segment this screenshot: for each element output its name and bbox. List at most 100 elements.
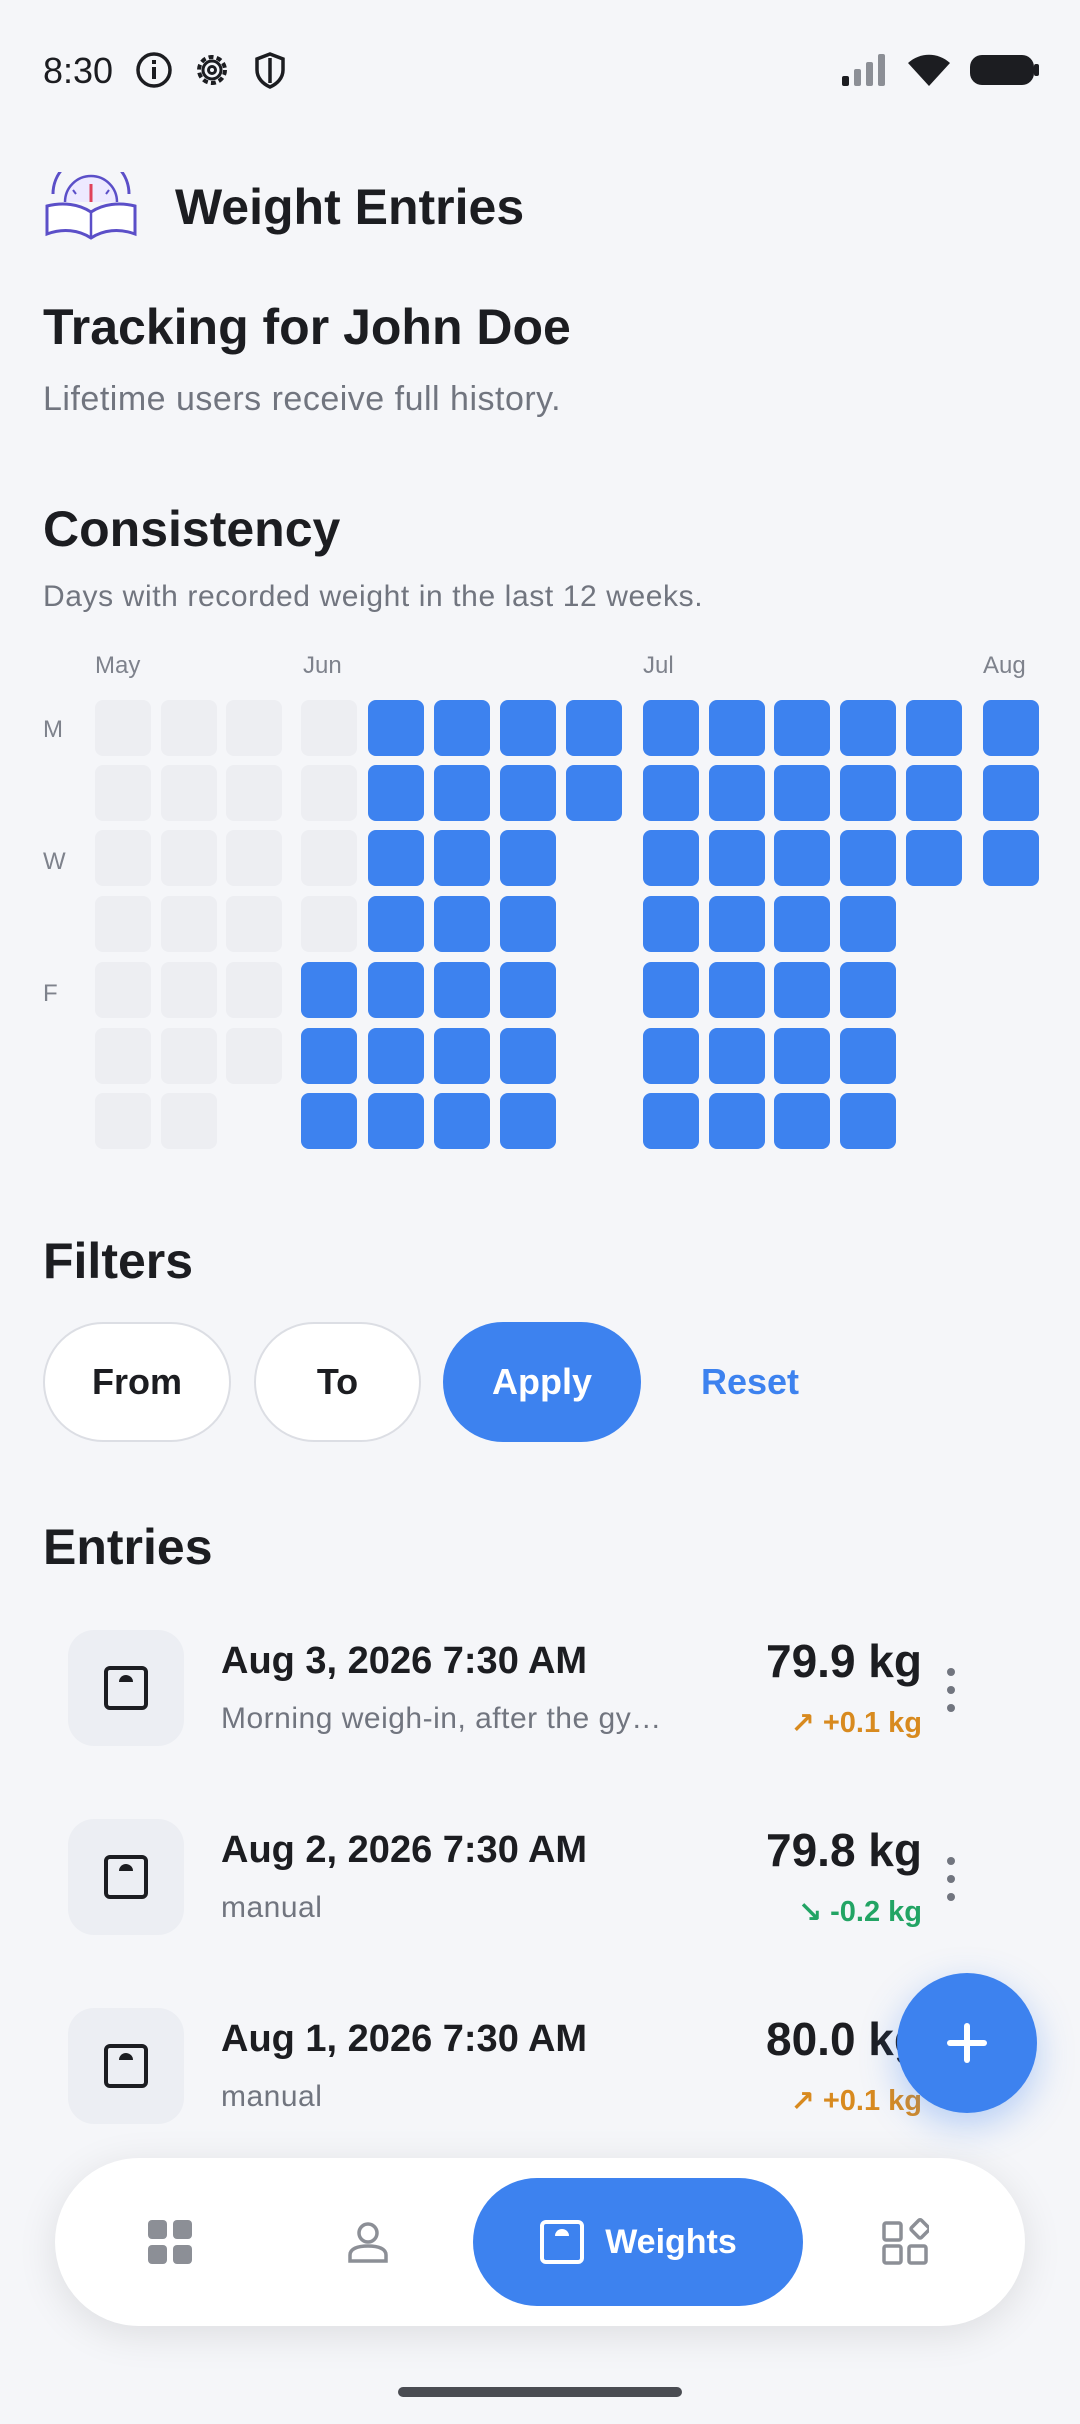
heatmap-cell-recorded: [840, 962, 896, 1018]
add-entry-button[interactable]: [897, 1973, 1037, 2113]
heatmap-cell-recorded: [368, 1028, 424, 1084]
list-item[interactable]: Aug 3, 2026 7:30 AM Morning weigh-in, af…: [68, 1630, 968, 1750]
heatmap-cell-recorded: [500, 830, 556, 886]
list-item[interactable]: Aug 1, 2026 7:30 AM manual 80.0 kg ↗ +0.…: [68, 2008, 968, 2128]
nav-item-dashboard[interactable]: [115, 2178, 225, 2306]
heatmap-cell-recorded: [643, 765, 699, 821]
heatmap-cell-recorded: [709, 1028, 765, 1084]
tracking-subtitle: Lifetime users receive full history.: [43, 380, 562, 418]
heatmap-cell-recorded: [709, 765, 765, 821]
heatmap-cell-recorded: [906, 830, 962, 886]
scale-icon: [104, 2044, 148, 2088]
heatmap-cell-empty: [161, 896, 217, 952]
entry-delta-value: +0.1 kg: [822, 2085, 922, 2117]
page-title: Weight Entries: [175, 179, 525, 235]
heatmap-cell-recorded: [709, 1093, 765, 1149]
nav-item-profile[interactable]: [313, 2178, 423, 2306]
app-header: Weight Entries: [43, 172, 524, 242]
month-label: May: [95, 652, 141, 679]
plus-icon: [947, 2023, 987, 2063]
heatmap-cell-recorded: [368, 830, 424, 886]
entry-delta: ↘ -0.2 kg: [798, 1895, 922, 1930]
heatmap-cell-recorded: [906, 765, 962, 821]
heatmap-cell-empty: [95, 765, 151, 821]
filters-row: From To Apply Reset: [43, 1322, 1043, 1442]
heatmap-cell-recorded: [840, 1028, 896, 1084]
heatmap-cell-recorded: [709, 830, 765, 886]
heatmap-cell-empty: [95, 1028, 151, 1084]
nav-item-weights[interactable]: Weights: [473, 2178, 803, 2306]
heatmap-cell-recorded: [983, 700, 1039, 756]
grid-icon: [148, 2220, 192, 2264]
heatmap-cell-recorded: [301, 1093, 357, 1149]
heatmap-cell-empty: [161, 1093, 217, 1149]
trend-up-icon: ↗: [790, 1708, 815, 1740]
heatmap-cell-recorded: [368, 700, 424, 756]
heatmap-cell-recorded: [983, 830, 1039, 886]
heatmap-cell-recorded: [774, 1028, 830, 1084]
entry-delta: ↗ +0.1 kg: [791, 1706, 922, 1741]
entry-note: manual: [221, 2080, 323, 2113]
heatmap-cell-recorded: [434, 765, 490, 821]
heatmap-cell-empty: [301, 896, 357, 952]
heatmap-cell-recorded: [709, 962, 765, 1018]
heatmap-cell-recorded: [566, 765, 622, 821]
tracking-title: Tracking for John Doe: [43, 299, 571, 355]
heatmap-cell-empty: [95, 1093, 151, 1149]
trend-up-icon: ↗: [790, 2086, 815, 2118]
list-item[interactable]: Aug 2, 2026 7:30 AM manual 79.8 kg ↘ -0.…: [68, 1819, 968, 1939]
entry-icon-box: [68, 1630, 184, 1746]
day-label: F: [43, 980, 58, 1007]
to-date-button[interactable]: To: [254, 1322, 421, 1442]
heatmap-cell-empty: [301, 700, 357, 756]
entry-weight: 79.8 kg: [766, 1824, 922, 1876]
heatmap-cell-recorded: [840, 1093, 896, 1149]
heatmap-cell-recorded: [500, 700, 556, 756]
home-indicator: [398, 2387, 682, 2397]
heatmap-cell-empty: [161, 962, 217, 1018]
heatmap-cell-empty: [95, 700, 151, 756]
heatmap-cell-empty: [95, 962, 151, 1018]
entry-note: Morning weigh-in, after the gy…: [221, 1702, 662, 1735]
heatmap-cell-empty: [226, 830, 282, 886]
entry-date: Aug 1, 2026 7:30 AM: [221, 2018, 588, 2060]
status-time: 8:30: [43, 50, 114, 91]
heatmap-cell-recorded: [434, 1028, 490, 1084]
heatmap-cell-recorded: [500, 896, 556, 952]
heatmap-cell-recorded: [368, 765, 424, 821]
entry-icon-box: [68, 2008, 184, 2124]
heatmap-cell-empty: [226, 896, 282, 952]
from-date-button[interactable]: From: [43, 1322, 231, 1442]
heatmap-cell-recorded: [840, 896, 896, 952]
heatmap-cell-recorded: [368, 1093, 424, 1149]
more-options-icon[interactable]: [936, 1857, 966, 1901]
heatmap-cell-recorded: [906, 700, 962, 756]
nav-item-more[interactable]: [850, 2178, 960, 2306]
heatmap-cell-recorded: [434, 962, 490, 1018]
heatmap-cell-recorded: [643, 830, 699, 886]
heatmap-cell-recorded: [709, 700, 765, 756]
heatmap-cell-recorded: [434, 700, 490, 756]
entry-weight: 79.9 kg: [766, 1635, 922, 1687]
heatmap-cell-empty: [161, 765, 217, 821]
heatmap-cell-empty: [301, 830, 357, 886]
heatmap-cell-recorded: [643, 896, 699, 952]
scale-icon: [540, 2220, 585, 2264]
heatmap-cell-recorded: [434, 896, 490, 952]
heatmap-cell-empty: [226, 700, 282, 756]
heatmap-cell-recorded: [643, 1093, 699, 1149]
more-options-icon[interactable]: [936, 1668, 966, 1712]
reset-button[interactable]: Reset: [665, 1322, 835, 1442]
heatmap-cell-recorded: [643, 962, 699, 1018]
heatmap-cell-recorded: [500, 765, 556, 821]
shield-icon: [255, 52, 285, 89]
gear-icon: [197, 55, 227, 85]
scale-book-logo: [45, 172, 137, 240]
heatmap-cell-recorded: [774, 830, 830, 886]
person-icon: [348, 2222, 388, 2263]
month-label: Jun: [303, 652, 342, 679]
entry-note: manual: [221, 1891, 323, 1924]
apply-button[interactable]: Apply: [443, 1322, 641, 1442]
consistency-subtitle: Days with recorded weight in the last 12…: [43, 580, 704, 613]
entry-date: Aug 3, 2026 7:30 AM: [221, 1640, 588, 1682]
